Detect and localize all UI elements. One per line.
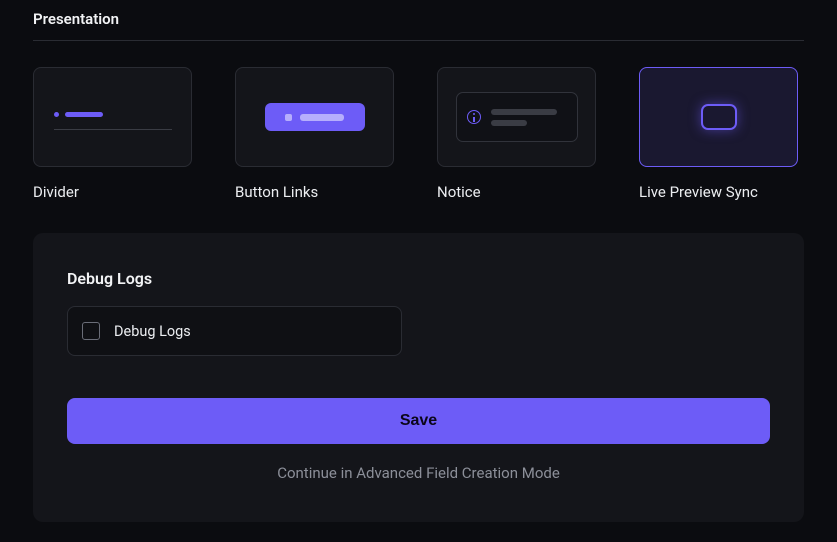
card-wrap-divider: Divider	[33, 67, 192, 201]
button-links-icon	[265, 103, 365, 131]
card-label-notice: Notice	[437, 183, 596, 201]
section-title: Presentation	[33, 0, 804, 41]
card-button-links[interactable]	[235, 67, 394, 167]
debug-logs-checkbox[interactable]	[82, 322, 100, 340]
save-button[interactable]: Save	[67, 398, 770, 444]
card-wrap-live-preview-sync: Live Preview Sync	[639, 67, 798, 201]
debug-logs-checkbox-label: Debug Logs	[114, 323, 191, 340]
card-divider[interactable]	[33, 67, 192, 167]
card-wrap-notice: Notice	[437, 67, 596, 201]
advanced-mode-link[interactable]: Continue in Advanced Field Creation Mode	[67, 464, 770, 482]
presentation-cards-row: Divider Button Links Notice	[33, 67, 804, 201]
debug-logs-checkbox-field[interactable]: Debug Logs	[67, 306, 402, 356]
page-root: Presentation Divider Button Links	[0, 0, 837, 522]
card-notice[interactable]	[437, 67, 596, 167]
card-live-preview-sync[interactable]	[639, 67, 798, 167]
live-preview-sync-icon	[701, 104, 737, 130]
info-icon	[467, 110, 481, 124]
card-label-live-preview-sync: Live Preview Sync	[639, 183, 798, 201]
notice-icon	[456, 92, 578, 142]
form-panel: Debug Logs Debug Logs Save Continue in A…	[33, 233, 804, 522]
field-title: Debug Logs	[67, 269, 770, 288]
card-label-divider: Divider	[33, 183, 192, 201]
divider-icon	[54, 104, 172, 130]
card-label-button-links: Button Links	[235, 183, 394, 201]
card-wrap-button-links: Button Links	[235, 67, 394, 201]
